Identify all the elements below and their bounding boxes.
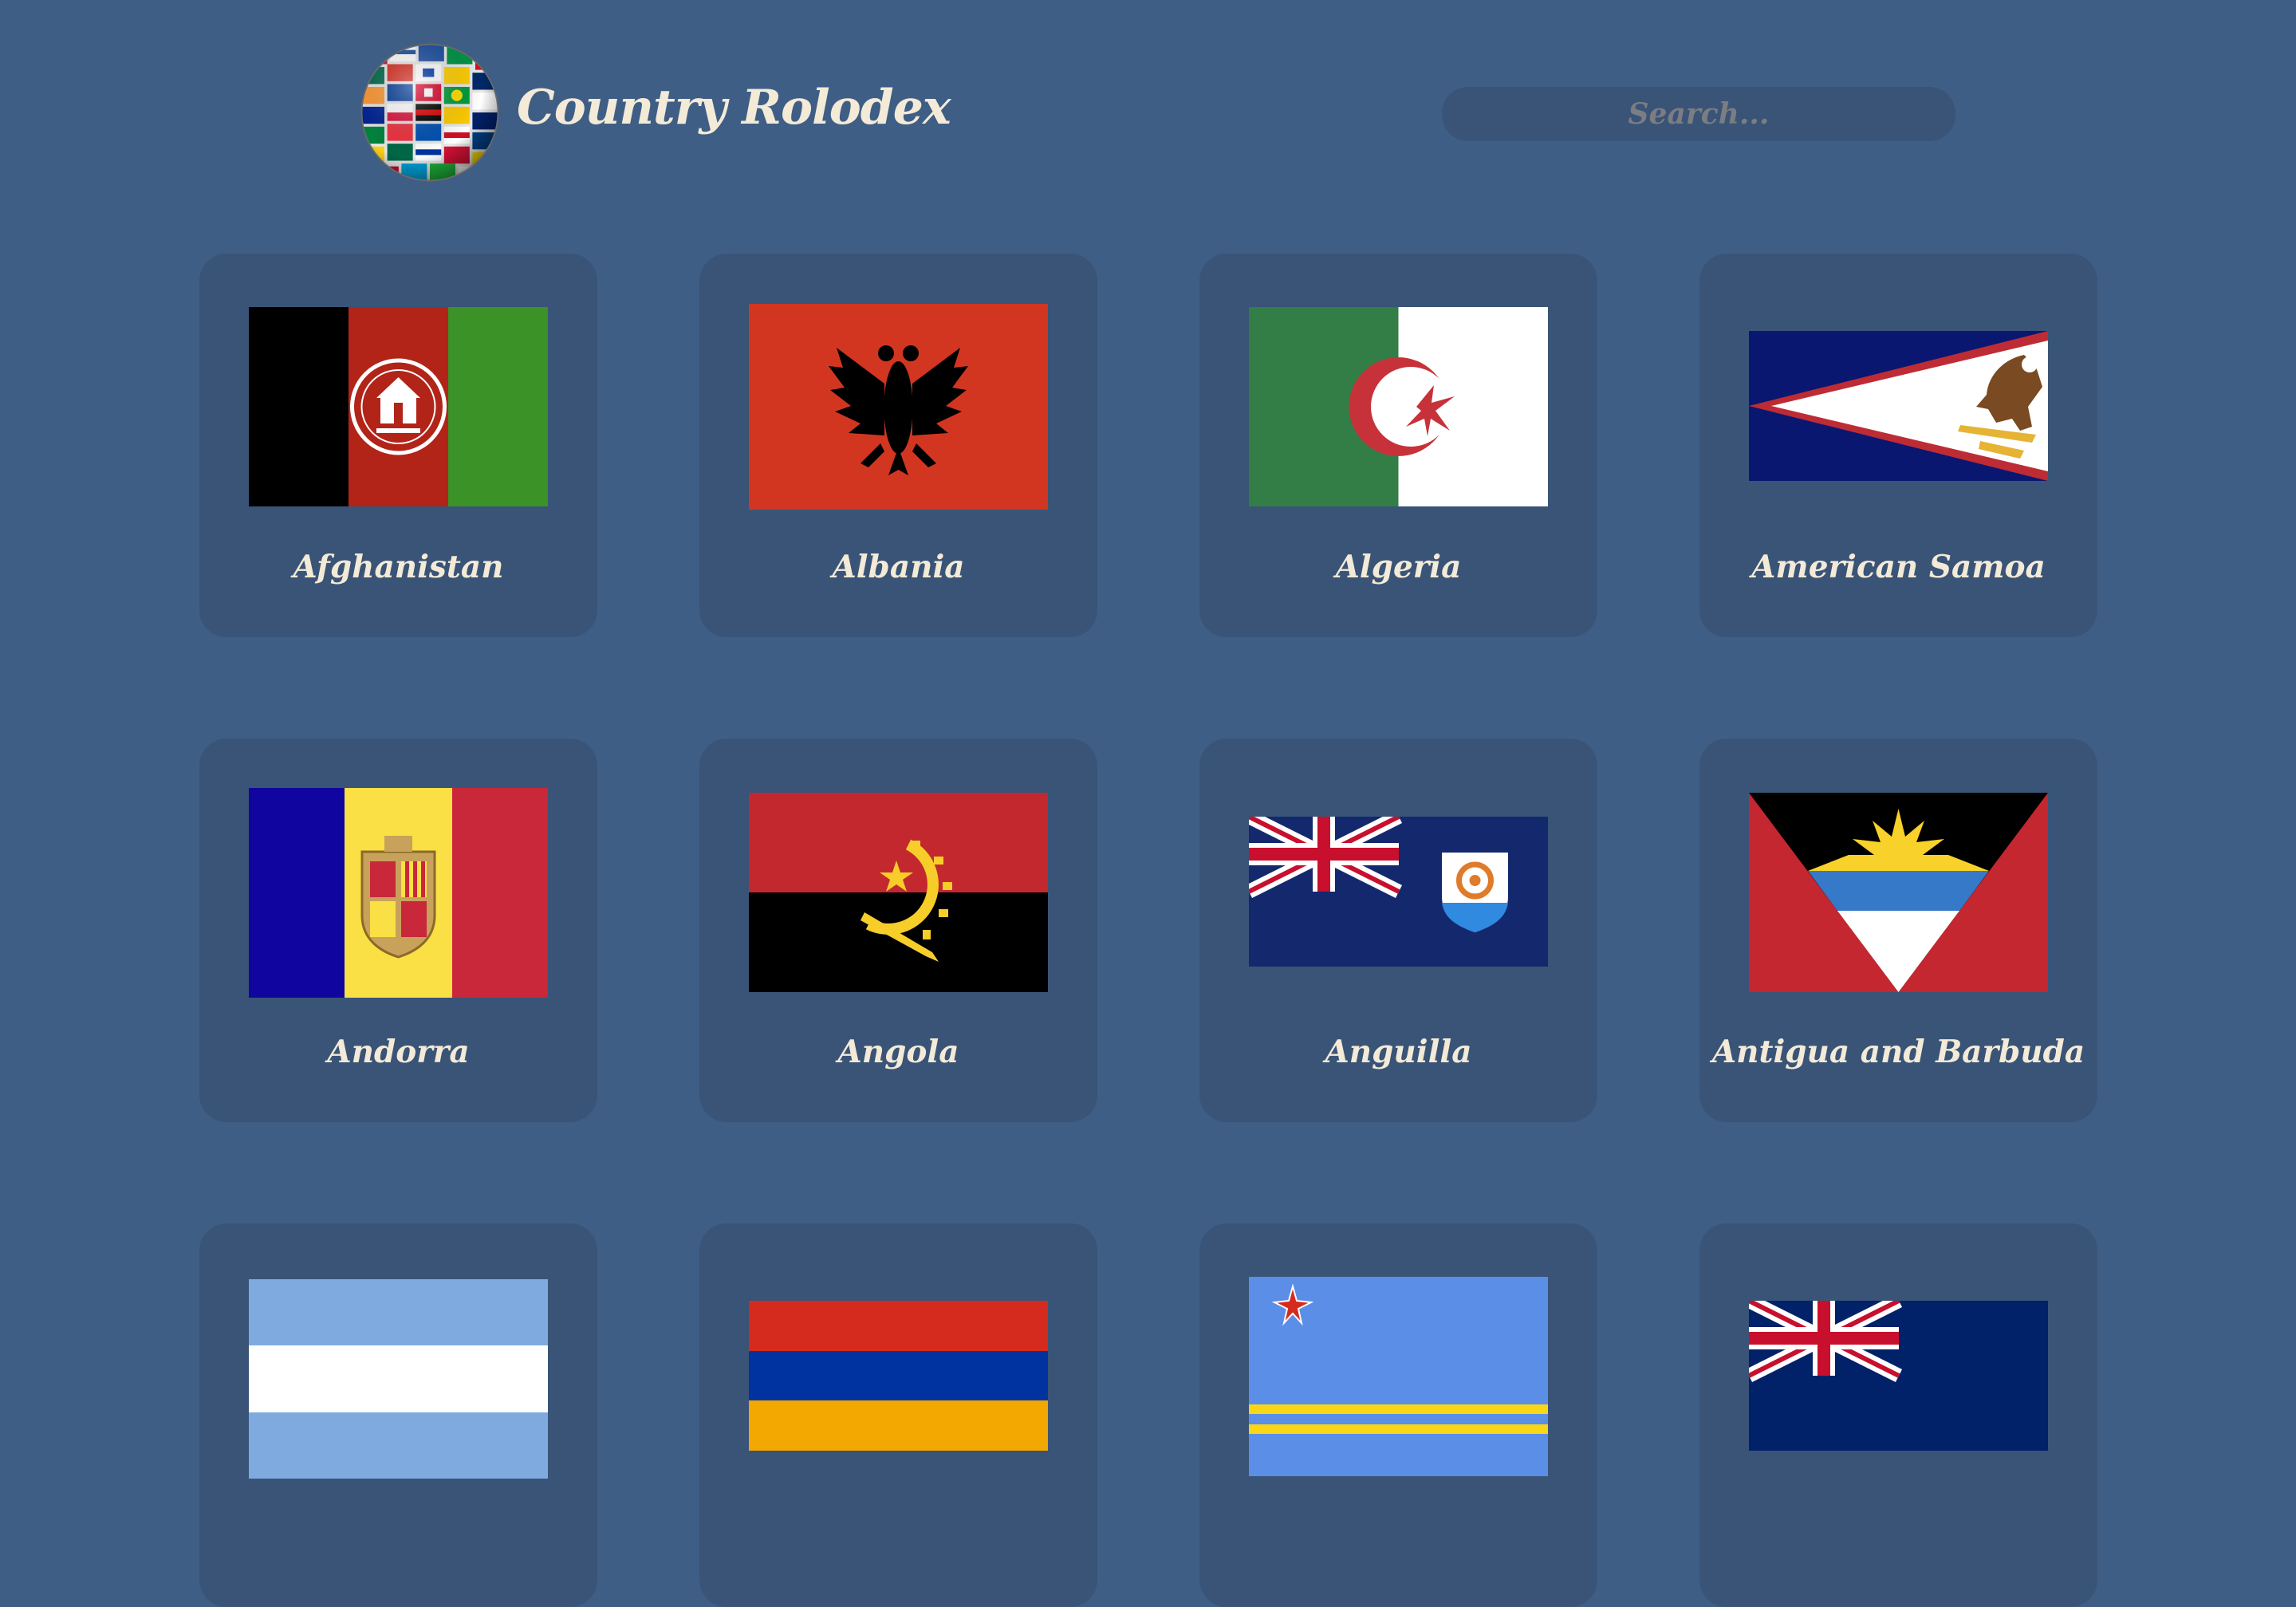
country-card[interactable]: [1199, 1223, 1597, 1607]
country-card[interactable]: [199, 1223, 597, 1607]
afghanistan-flag-icon: [249, 307, 548, 506]
country-name: Angola: [837, 1034, 959, 1070]
andorra-flag-icon: [249, 788, 548, 998]
argentina-flag-icon: [249, 1279, 548, 1479]
country-card[interactable]: [1699, 1223, 2097, 1607]
country-name: Antigua and Barbuda: [1711, 1034, 2085, 1070]
country-name: Andorra: [327, 1034, 470, 1070]
algeria-flag-icon: [1249, 307, 1548, 506]
country-card-american-samoa[interactable]: American Samoa: [1699, 254, 2097, 637]
country-card-albania[interactable]: Albania: [699, 254, 1097, 637]
angola-flag-icon: [749, 793, 1048, 992]
country-name: Anguilla: [1325, 1034, 1472, 1070]
country-card[interactable]: [699, 1223, 1097, 1607]
country-card-algeria[interactable]: Algeria: [1199, 254, 1597, 637]
country-name: Albania: [832, 549, 965, 585]
country-card-antigua-and-barbuda[interactable]: Antigua and Barbuda: [1699, 739, 2097, 1122]
armenia-flag-icon: [749, 1301, 1048, 1451]
country-grid: Afghanistan Albania Algeria American Sam…: [0, 0, 2296, 1607]
country-name: Afghanistan: [293, 549, 504, 585]
antigua-and-barbuda-flag-icon: [1749, 793, 2048, 992]
australia-flag-icon: [1749, 1301, 2048, 1451]
country-card-anguilla[interactable]: Anguilla: [1199, 739, 1597, 1122]
country-card-angola[interactable]: Angola: [699, 739, 1097, 1122]
country-card-afghanistan[interactable]: Afghanistan: [199, 254, 597, 637]
american-samoa-flag-icon: [1749, 331, 2048, 481]
country-name: American Samoa: [1751, 549, 2046, 585]
anguilla-flag-icon: [1249, 817, 1548, 967]
albania-flag-icon: [749, 304, 1048, 510]
country-card-andorra[interactable]: Andorra: [199, 739, 597, 1122]
country-name: Algeria: [1335, 549, 1462, 585]
